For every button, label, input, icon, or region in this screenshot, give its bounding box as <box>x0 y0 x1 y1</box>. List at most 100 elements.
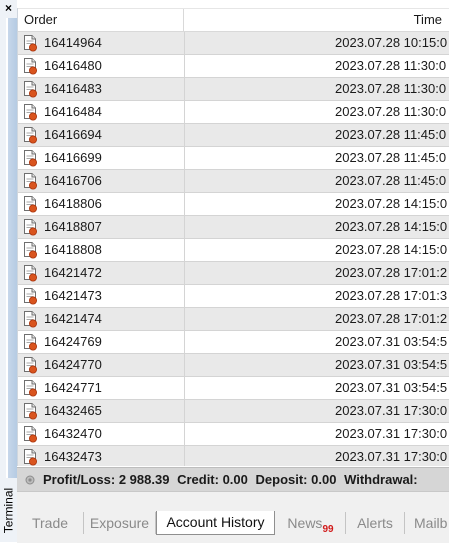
summary-bar: Profit/Loss: 2 988.39 Credit: 0.00 Depos… <box>17 467 449 492</box>
tab-account-history-label: Account History <box>166 514 265 530</box>
time-cell: 2023.07.28 11:30:0 <box>185 55 449 77</box>
order-cell: 16416706 <box>18 170 185 192</box>
table-row[interactable]: 16421473 2023.07.28 17:01:3 <box>18 285 449 308</box>
column-header-time[interactable]: Time <box>185 9 449 31</box>
order-cell: 16416480 <box>18 55 185 77</box>
order-number: 16432465 <box>44 403 102 418</box>
order-cell: 16421474 <box>18 308 185 330</box>
order-number: 16416699 <box>44 150 102 165</box>
summary-credit: Credit: 0.00 <box>177 472 248 487</box>
tab-news[interactable]: News99 <box>276 512 346 535</box>
order-time: 2023.07.28 11:45:0 <box>335 173 447 188</box>
table-row[interactable]: 16424771 2023.07.31 03:54:5 <box>18 377 449 400</box>
order-number: 16421474 <box>44 311 102 326</box>
time-cell: 2023.07.28 11:45:0 <box>185 147 449 169</box>
table-row[interactable]: 16414964 2023.07.28 10:15:0 <box>18 32 449 55</box>
order-cell: 16418806 <box>18 193 185 215</box>
table-row[interactable]: 16416694 2023.07.28 11:45:0 <box>18 124 449 147</box>
order-number: 16418807 <box>44 219 102 234</box>
order-cell: 16424769 <box>18 331 185 353</box>
order-time: 2023.07.28 14:15:0 <box>335 196 448 211</box>
order-number: 16416694 <box>44 127 102 142</box>
tab-mailbox-label: Mailb <box>414 515 448 531</box>
table-row[interactable]: 16416480 2023.07.28 11:30:0 <box>18 55 449 78</box>
order-cell: 16414964 <box>18 32 185 54</box>
time-cell: 2023.07.28 14:15:0 <box>185 193 449 215</box>
tab-exposure-label: Exposure <box>89 515 150 531</box>
time-cell: 2023.07.28 11:30:0 <box>185 101 449 123</box>
table-row[interactable]: 16416706 2023.07.28 11:45:0 <box>18 170 449 193</box>
tab-trade[interactable]: Trade <box>17 512 84 534</box>
table-row[interactable]: 16421474 2023.07.28 17:01:2 <box>18 308 449 331</box>
order-time: 2023.07.28 17:01:2 <box>335 265 448 280</box>
table-row[interactable]: 16416699 2023.07.28 11:45:0 <box>18 147 449 170</box>
order-time: 2023.07.31 03:54:5 <box>335 380 448 395</box>
order-time: 2023.07.31 17:30:0 <box>335 426 448 441</box>
order-cell: 16432470 <box>18 423 185 445</box>
table-row[interactable]: 16432470 2023.07.31 17:30:0 <box>18 423 449 446</box>
order-cell: 16416483 <box>18 78 185 100</box>
table-row[interactable]: 16421472 2023.07.28 17:01:2 <box>18 262 449 285</box>
tab-account-history[interactable]: Account History <box>156 511 275 535</box>
time-cell: 2023.07.31 17:30:0 <box>185 446 449 466</box>
order-cell: 16416484 <box>18 101 185 123</box>
tab-exposure[interactable]: Exposure <box>84 512 156 534</box>
order-cell: 16421473 <box>18 285 185 307</box>
table-row[interactable]: 16424769 2023.07.31 03:54:5 <box>18 331 449 354</box>
terminal-tab-bar: Trade Exposure Account History News99 Al… <box>17 491 449 543</box>
table-row[interactable]: 16424770 2023.07.31 03:54:5 <box>18 354 449 377</box>
order-number: 16432473 <box>44 449 102 464</box>
table-row[interactable]: 16416484 2023.07.28 11:30:0 <box>18 101 449 124</box>
order-number: 16424770 <box>44 357 102 372</box>
tab-mailbox[interactable]: Mailb <box>414 512 449 534</box>
table-row[interactable]: 16432473 2023.07.31 17:30:0 <box>18 446 449 466</box>
table-row[interactable]: 16418807 2023.07.28 14:15:0 <box>18 216 449 239</box>
order-number: 16424771 <box>44 380 102 395</box>
order-number: 16421472 <box>44 265 102 280</box>
order-number: 16421473 <box>44 288 102 303</box>
order-cell: 16424771 <box>18 377 185 399</box>
order-cell: 16418807 <box>18 216 185 238</box>
tab-news-label: News <box>287 515 323 531</box>
tab-trade-label: Trade <box>31 515 69 531</box>
order-number: 16424769 <box>44 334 102 349</box>
time-cell: 2023.07.28 11:30:0 <box>185 78 449 100</box>
time-cell: 2023.07.31 03:54:5 <box>185 331 449 353</box>
summary-profit-loss: Profit/Loss: 2 988.39 <box>43 472 170 487</box>
table-row[interactable]: 16418808 2023.07.28 14:15:0 <box>18 239 449 262</box>
news-count-badge: 99 <box>322 524 334 535</box>
time-cell: 2023.07.31 17:30:0 <box>185 423 449 445</box>
column-header-order[interactable]: Order <box>18 9 184 31</box>
tab-alerts[interactable]: Alerts <box>346 512 405 534</box>
time-cell: 2023.07.31 03:54:5 <box>185 354 449 376</box>
table-row[interactable]: 16418806 2023.07.28 14:15:0 <box>18 193 449 216</box>
order-number: 16416483 <box>44 81 102 96</box>
order-cell: 16432465 <box>18 400 185 422</box>
time-cell: 2023.07.28 11:45:0 <box>185 124 449 146</box>
order-time: 2023.07.28 11:45:0 <box>335 127 447 142</box>
order-time: 2023.07.28 11:30:0 <box>335 104 447 119</box>
order-time: 2023.07.28 17:01:3 <box>335 288 448 303</box>
order-cell: 16416699 <box>18 147 185 169</box>
summary-deposit: Deposit: 0.00 <box>255 472 337 487</box>
table-body: 16414964 2023.07.28 10:15:0 16416480 2023.0… <box>18 32 449 466</box>
time-cell: 2023.07.28 17:01:3 <box>185 285 449 307</box>
summary-text: Profit/Loss: 2 988.39 Credit: 0.00 Depos… <box>43 468 422 492</box>
order-number: 16416484 <box>44 104 102 119</box>
terminal-label-text: Terminal <box>1 487 16 534</box>
order-time: 2023.07.31 17:30:0 <box>335 403 448 418</box>
order-cell: 16432473 <box>18 446 185 466</box>
time-cell: 2023.07.31 03:54:5 <box>185 377 449 399</box>
table-header: Order Time <box>18 8 449 32</box>
time-cell: 2023.07.28 14:15:0 <box>185 216 449 238</box>
order-number: 16416706 <box>44 173 102 188</box>
order-cell: 16418808 <box>18 239 185 261</box>
order-time: 2023.07.28 14:15:0 <box>335 219 448 234</box>
order-time: 2023.07.28 11:30:0 <box>335 81 447 96</box>
time-cell: 2023.07.31 17:30:0 <box>185 400 449 422</box>
close-icon[interactable]: × <box>0 0 17 17</box>
order-number: 16432470 <box>44 426 102 441</box>
table-row[interactable]: 16432465 2023.07.31 17:30:0 <box>18 400 449 423</box>
table-row[interactable]: 16416483 2023.07.28 11:30:0 <box>18 78 449 101</box>
side-divider <box>6 18 17 478</box>
